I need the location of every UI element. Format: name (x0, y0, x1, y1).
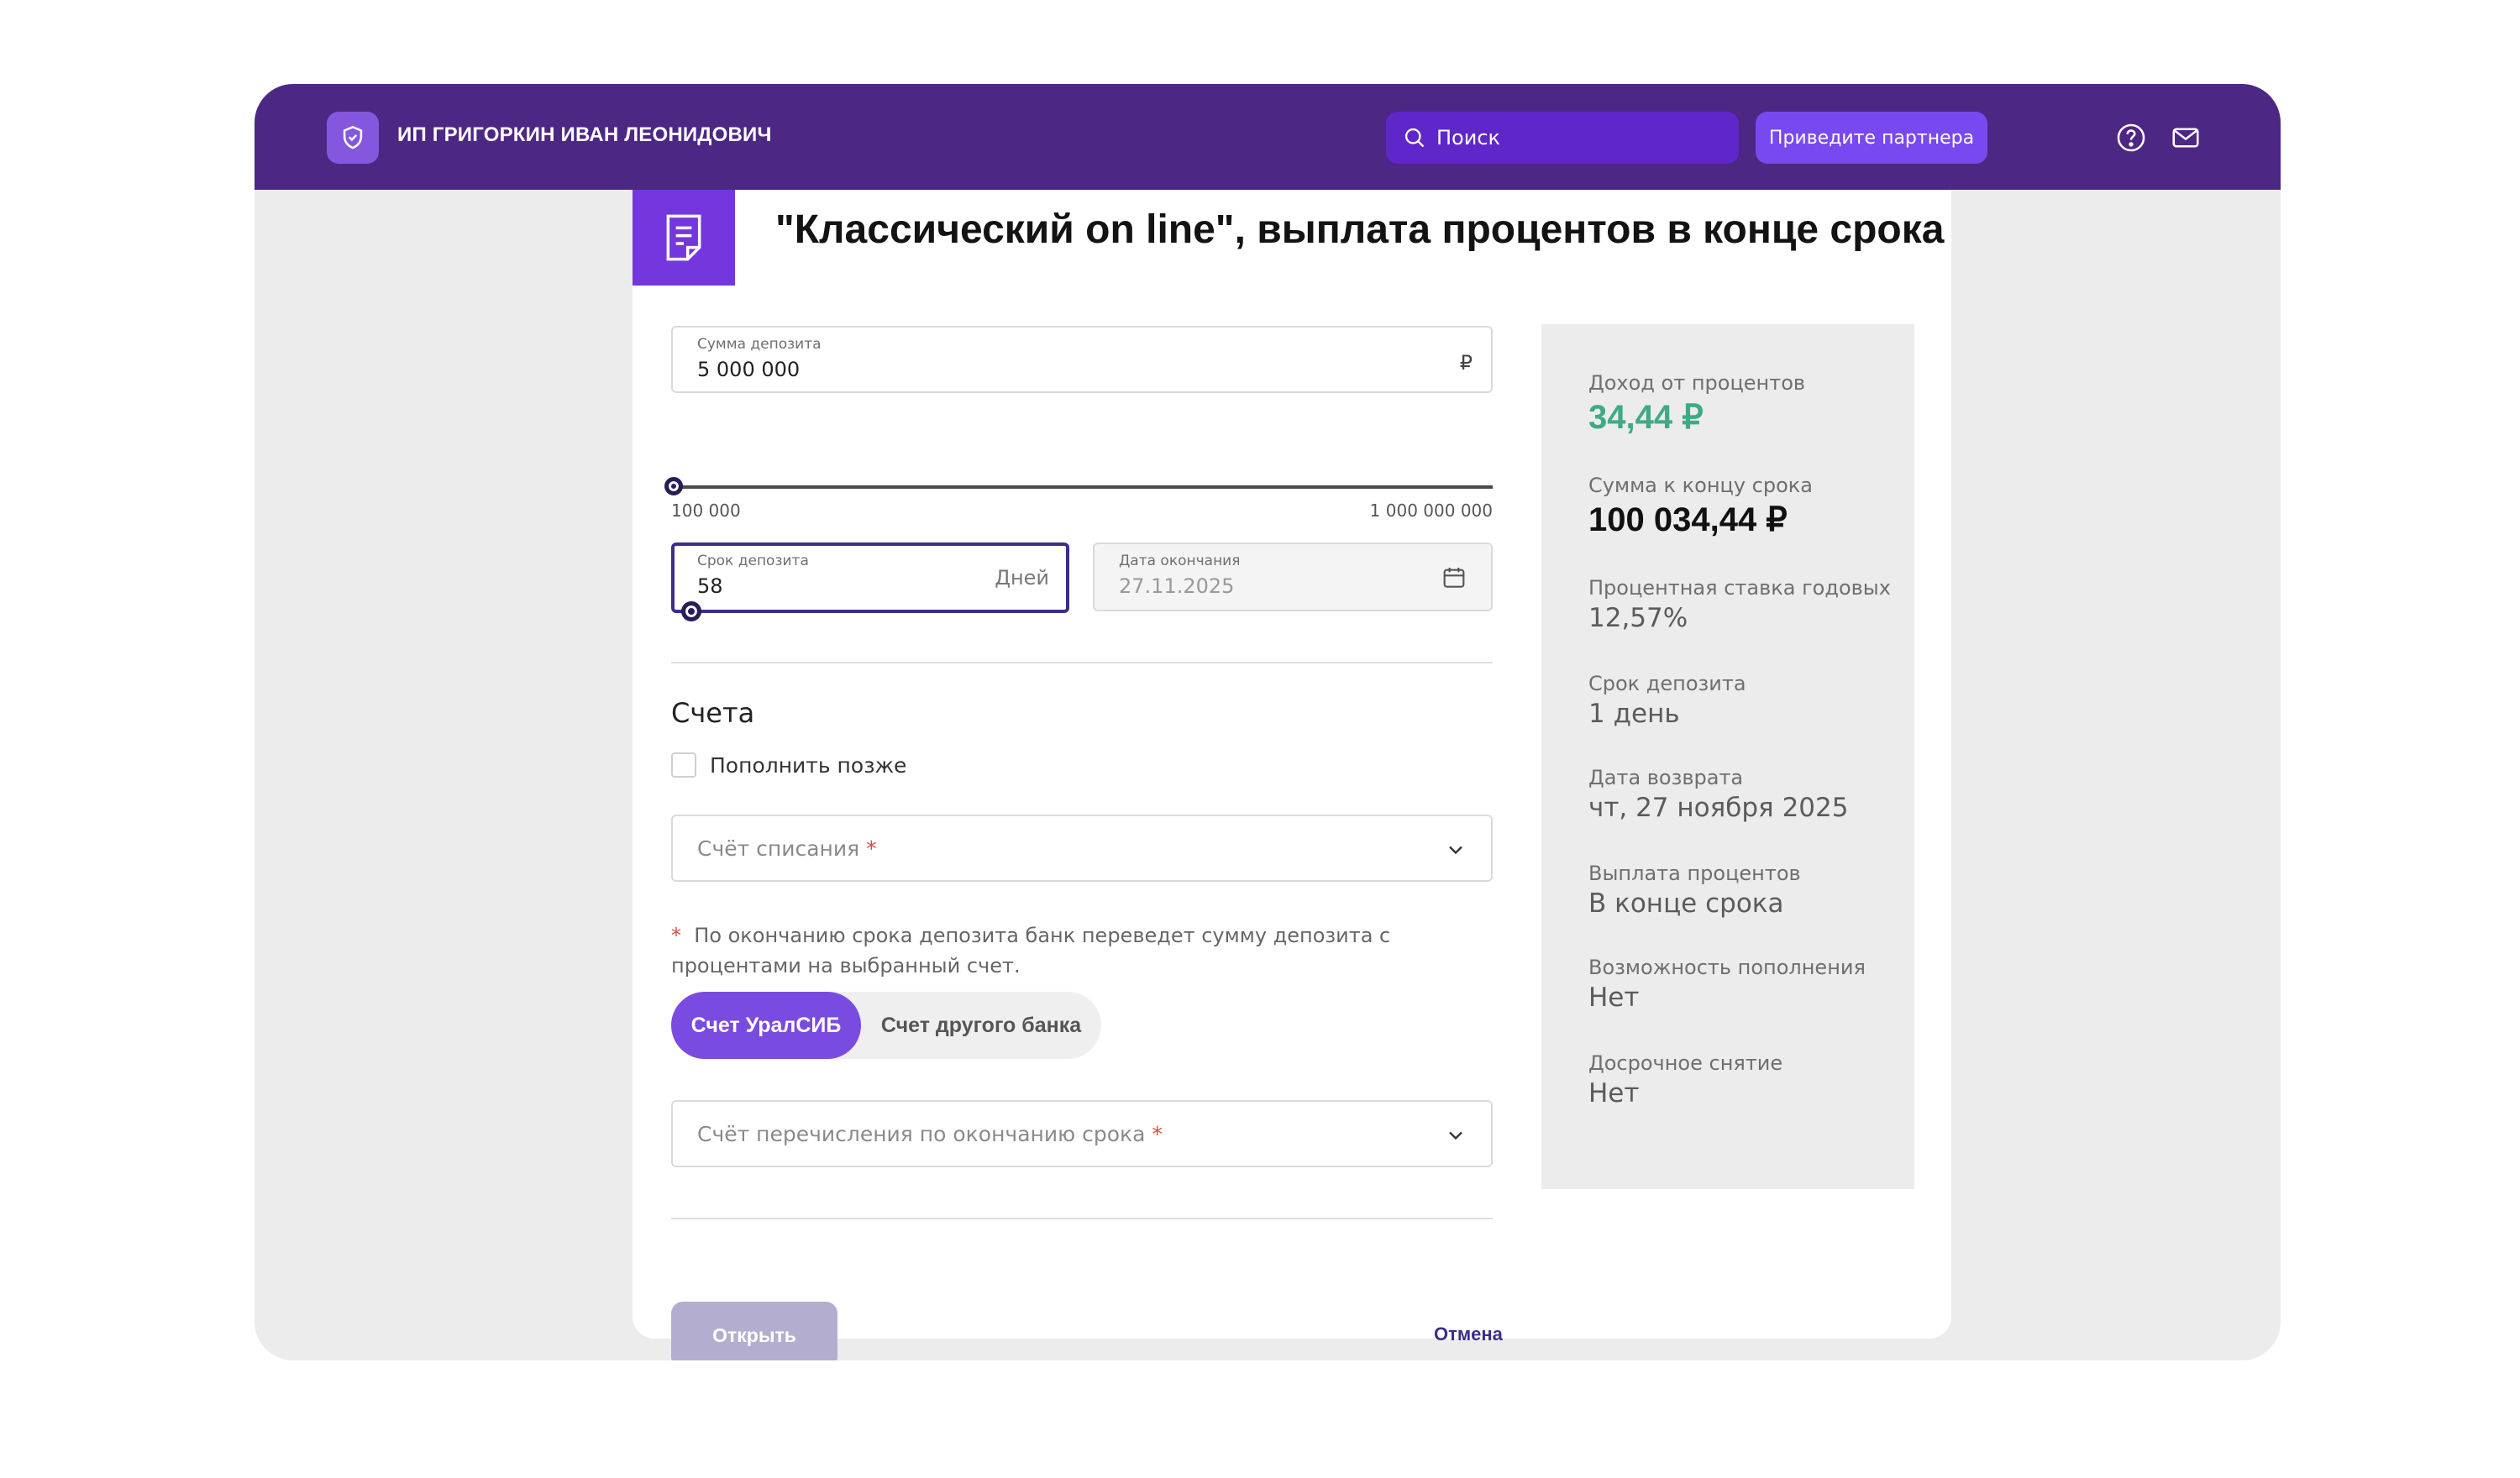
deposit-card: "Классический on line", выплата проценто… (633, 190, 1951, 1360)
deposit-term-value: 58 (697, 574, 723, 598)
term-slider-handle[interactable] (681, 601, 701, 621)
rate-label: Процентная ставка годовых (1588, 576, 1891, 600)
top-bar: ИП ГРИГОРКИН ИВАН ЛЕОНИДОВИЧ Поиск Приве… (255, 84, 2281, 190)
page-title: "Классический on line", выплата проценто… (775, 207, 1945, 252)
summary-total: Сумма к концу срока 100 034,44 ₽ (1588, 474, 1813, 539)
deposit-amount-label: Сумма депозита (697, 336, 822, 353)
payout-account-placeholder: Счёт перечисления по окончанию срока * (697, 1122, 1163, 1146)
summary-return-date: Дата возврата чт, 27 ноября 2025 (1588, 766, 1848, 823)
total-value: 100 034,44 ₽ (1588, 501, 1788, 538)
income-value: 34,44 ₽ (1588, 399, 1704, 436)
topup-label: Возможность пополнения (1588, 956, 1866, 979)
debit-account-select[interactable]: Счёт списания * (671, 815, 1493, 882)
term-value: 1 день (1588, 699, 1680, 729)
topup-later-checkbox[interactable] (671, 752, 696, 778)
summary-income: Доход от процентов 34,44 ₽ (1588, 371, 1805, 437)
term-unit-label: Дней (995, 566, 1049, 590)
calendar-icon[interactable] (1441, 564, 1467, 591)
company-name[interactable]: ИП ГРИГОРКИН ИВАН ЛЕОНИДОВИЧ (397, 123, 772, 147)
summary-topup: Возможность пополнения Нет (1588, 956, 1866, 1013)
search-icon (1404, 128, 1425, 148)
amount-max-label: 1 000 000 000 (1369, 501, 1493, 521)
cancel-link[interactable]: Отмена (1434, 1323, 1503, 1345)
payout-account-select[interactable]: Счёт перечисления по окончанию срока * (671, 1100, 1493, 1167)
payout-label: Выплата процентов (1588, 862, 1801, 885)
chevron-down-icon[interactable] (1444, 1124, 1467, 1147)
rate-value: 12,57% (1588, 603, 1688, 633)
shield-logo-icon[interactable] (327, 112, 379, 164)
app-window: ИП ГРИГОРКИН ИВАН ЛЕОНИДОВИЧ Поиск Приве… (255, 84, 2281, 1360)
required-mark: * (1152, 1122, 1163, 1146)
ruble-icon: ₽ (1459, 351, 1473, 375)
divider (671, 662, 1493, 663)
document-icon (633, 190, 735, 286)
search-placeholder: Поиск (1436, 126, 1501, 149)
bank-account-toggle: Счет УралСИБ Счет другого банка (671, 992, 1101, 1059)
end-date-label: Дата окончания (1119, 553, 1241, 569)
payout-value: В конце срока (1588, 888, 1784, 919)
end-date-field: Дата окончания 27.11.2025 (1093, 542, 1493, 611)
summary-early-withdraw: Досрочное снятие Нет (1588, 1051, 1782, 1108)
search-input[interactable]: Поиск (1386, 112, 1739, 164)
return-date-value: чт, 27 ноября 2025 (1588, 793, 1849, 823)
summary-rate: Процентная ставка годовых 12,57% (1588, 576, 1891, 633)
toggle-other-bank-account[interactable]: Счет другого банка (861, 992, 1101, 1059)
summary-term: Срок депозита 1 день (1588, 672, 1746, 729)
end-date-value: 27.11.2025 (1119, 574, 1235, 598)
topup-value: Нет (1588, 983, 1640, 1013)
deposit-term-label: Срок депозита (697, 553, 809, 569)
summary-payout: Выплата процентов В конце срока (1588, 862, 1801, 919)
open-deposit-button[interactable]: Открыть (671, 1302, 837, 1360)
topup-later-label[interactable]: Пополнить позже (710, 753, 906, 778)
summary-panel: Доход от процентов 34,44 ₽ Сумма к концу… (1541, 324, 1914, 1189)
return-date-label: Дата возврата (1588, 766, 1744, 789)
early-withdraw-value: Нет (1588, 1078, 1640, 1108)
term-label: Срок депозита (1588, 672, 1746, 695)
deposit-term-field[interactable]: Срок депозита 58 Дней (671, 542, 1069, 613)
total-label: Сумма к концу срока (1588, 474, 1813, 497)
deposit-amount-field[interactable]: Сумма депозита 5 000 000 ₽ (671, 326, 1493, 393)
deposit-amount-value: 5 000 000 (697, 358, 801, 381)
mail-icon[interactable] (2170, 122, 2202, 154)
payout-note: * По окончанию срока депозита банк перев… (671, 924, 1391, 977)
amount-slider-track[interactable] (673, 485, 1493, 489)
early-withdraw-label: Досрочное снятие (1588, 1051, 1783, 1075)
help-icon[interactable] (2115, 122, 2147, 154)
invite-partner-button[interactable]: Приведите партнера (1756, 112, 1987, 164)
divider (671, 1218, 1493, 1219)
note-required-mark: * (671, 924, 681, 947)
toggle-uralsib-account[interactable]: Счет УралСИБ (671, 992, 861, 1059)
required-mark: * (866, 836, 877, 861)
chevron-down-icon[interactable] (1444, 838, 1467, 862)
income-label: Доход от процентов (1588, 371, 1806, 395)
debit-account-placeholder: Счёт списания * (697, 836, 877, 861)
accounts-section-title: Счета (671, 697, 755, 729)
amount-min-label: 100 000 (671, 501, 741, 521)
topup-later-row[interactable]: Пополнить позже (671, 752, 906, 778)
amount-slider-handle[interactable] (664, 477, 683, 495)
